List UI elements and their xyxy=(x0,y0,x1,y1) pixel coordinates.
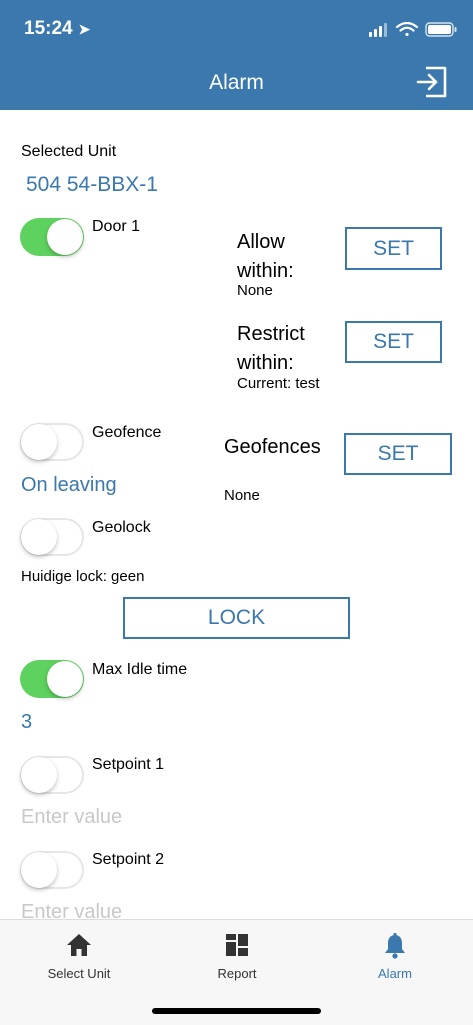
location-arrow-icon: ➤ xyxy=(74,21,91,37)
tab-label: Report xyxy=(217,966,257,981)
logout-icon xyxy=(416,66,447,98)
lock-button[interactable]: LOCK xyxy=(123,597,350,639)
geofences-set-button[interactable]: SET xyxy=(344,433,452,475)
allow-within-label: Allow within: xyxy=(237,231,294,282)
app-header: 15:24 ➤ Alarm xyxy=(0,0,473,110)
wifi-icon xyxy=(395,22,419,37)
logout-button[interactable] xyxy=(414,64,450,105)
geolock-toggle[interactable] xyxy=(20,518,84,556)
setpoint2-input[interactable]: Enter value xyxy=(21,901,122,919)
door-label: Door 1 xyxy=(92,218,141,235)
status-icons xyxy=(369,22,457,37)
geofence-toggle[interactable] xyxy=(20,423,84,461)
max-idle-toggle[interactable] xyxy=(20,660,84,698)
status-time: 15:24 ➤ xyxy=(24,18,91,39)
restrict-within-value: Current: test xyxy=(237,375,320,392)
geofences-label: Geofences xyxy=(224,436,321,458)
door-toggle[interactable] xyxy=(20,218,84,256)
setpoint1-toggle[interactable] xyxy=(20,756,84,794)
geofence-label: Geofence xyxy=(92,424,162,441)
battery-icon xyxy=(425,22,457,37)
grid-icon xyxy=(226,934,248,956)
tab-label: Alarm xyxy=(378,966,412,981)
selected-unit-label: Selected Unit xyxy=(21,143,117,160)
allow-set-button[interactable]: SET xyxy=(345,227,442,270)
setpoint1-label: Setpoint 1 xyxy=(92,756,165,773)
restrict-set-button[interactable]: SET xyxy=(345,321,442,363)
home-icon xyxy=(67,934,91,956)
setpoint2-toggle[interactable] xyxy=(20,851,84,889)
signal-icon xyxy=(369,23,387,37)
restrict-within-label: Restrict within: xyxy=(237,323,305,374)
max-idle-value[interactable]: 3 xyxy=(21,711,32,734)
geofence-mode[interactable]: On leaving xyxy=(21,474,117,497)
bell-icon xyxy=(385,933,405,959)
home-indicator xyxy=(152,1008,321,1014)
geolock-current: Huidige lock: geen xyxy=(21,568,145,585)
tab-select-unit[interactable]: Select Unit xyxy=(0,920,158,990)
geofences-value: None xyxy=(224,487,260,504)
tab-label: Select Unit xyxy=(47,966,111,981)
tab-report[interactable]: Report xyxy=(158,920,316,990)
setpoint2-label: Setpoint 2 xyxy=(92,851,165,868)
allow-within-value: None xyxy=(237,282,273,299)
setpoint1-input[interactable]: Enter value xyxy=(21,806,122,829)
tab-alarm[interactable]: Alarm xyxy=(316,920,473,990)
selected-unit-value[interactable]: 504 54-BBX-1 xyxy=(26,173,158,197)
max-idle-label: Max Idle time xyxy=(92,661,188,678)
page-title: Alarm xyxy=(209,71,264,94)
geolock-label: Geolock xyxy=(92,519,151,536)
